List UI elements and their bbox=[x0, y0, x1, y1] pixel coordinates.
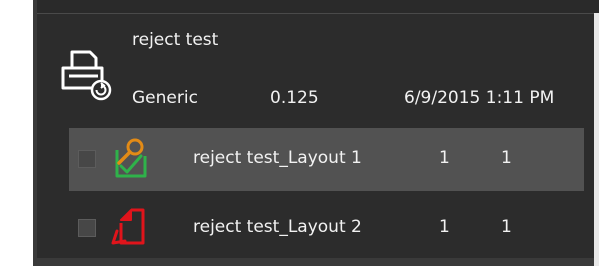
layout-row[interactable]: reject test_Layout 1 1 1 bbox=[69, 128, 584, 191]
layout-rejected-icon bbox=[111, 208, 145, 245]
layout-checkbox[interactable] bbox=[78, 150, 96, 168]
job-date: 6/9/2015 1:11 PM bbox=[404, 88, 555, 108]
layout-label: reject test_Layout 2 bbox=[193, 217, 362, 237]
layout-count: 1 bbox=[439, 148, 450, 168]
panel-header-bar bbox=[33, 0, 599, 14]
job-type: Generic bbox=[132, 88, 198, 108]
layout-copies: 1 bbox=[501, 217, 512, 237]
scrollbar-track[interactable] bbox=[594, 13, 599, 266]
layout-label: reject test_Layout 1 bbox=[193, 148, 362, 168]
panel-left-edge bbox=[33, 0, 37, 266]
layout-count: 1 bbox=[439, 217, 450, 237]
layout-approved-icon bbox=[115, 138, 147, 178]
job-name: reject test bbox=[132, 30, 219, 50]
print-job-icon bbox=[61, 50, 112, 101]
job-size: 0.125 bbox=[270, 88, 319, 108]
layout-checkbox[interactable] bbox=[78, 219, 96, 237]
layout-copies: 1 bbox=[501, 148, 512, 168]
layout-row[interactable]: reject test_Layout 2 1 1 bbox=[69, 197, 584, 260]
